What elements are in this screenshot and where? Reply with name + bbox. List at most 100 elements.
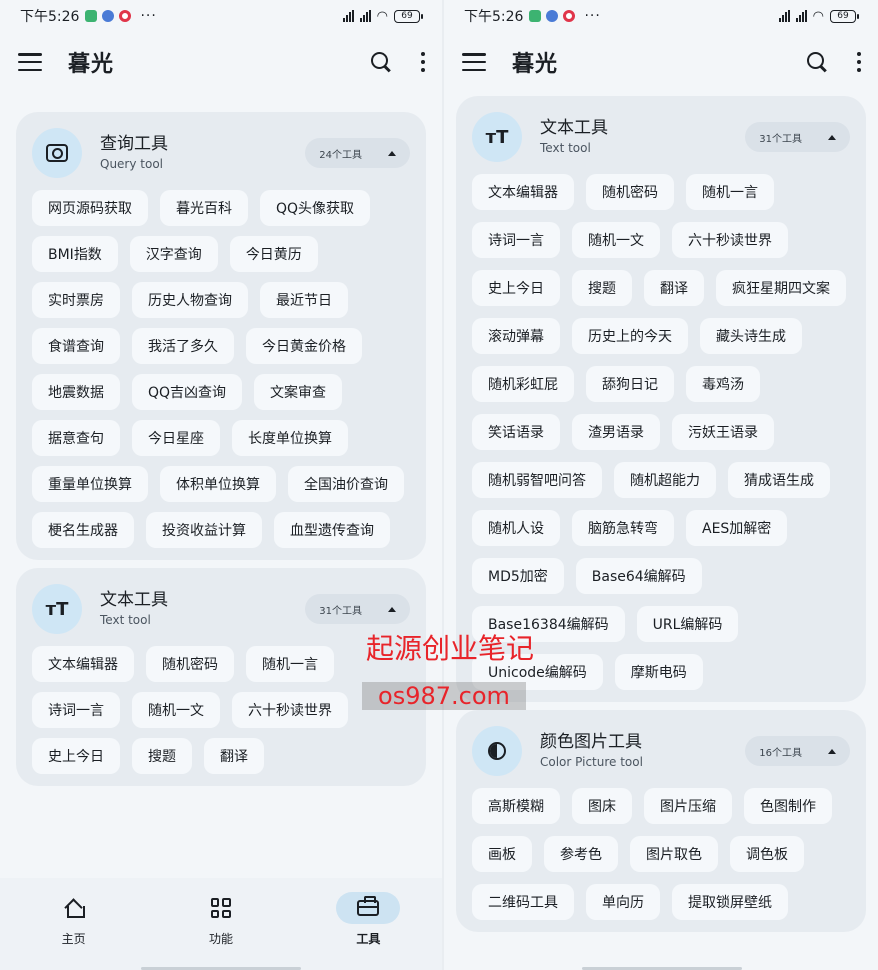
tool-chip[interactable]: 体积单位换算 [160,466,276,502]
tool-chip[interactable]: 参考色 [544,836,618,872]
tool-chip[interactable]: 暮光百科 [160,190,248,226]
tool-chip[interactable]: 文本编辑器 [472,174,574,210]
collapse-toggle-button[interactable]: 16个工具 [745,736,850,766]
tool-chip[interactable]: 投资收益计算 [146,512,262,548]
collapse-toggle-button[interactable]: 24个工具 [305,138,410,168]
tool-chip[interactable]: 摩斯电码 [614,654,703,690]
tool-chip[interactable]: 今日黄金价格 [246,328,362,364]
tool-chip[interactable]: 搜题 [132,738,192,774]
tool-chip[interactable]: 脑筋急转弯 [572,510,674,546]
card-header[interactable]: тT 文本工具 Text tool 31个工具 [32,584,410,634]
tool-chip[interactable]: 最近节日 [260,282,348,318]
tool-chip[interactable]: QQ吉凶查询 [132,374,243,410]
tool-chip[interactable]: 全国油价查询 [288,466,404,502]
tool-chip[interactable]: 长度单位换算 [232,420,348,456]
card-header[interactable]: тT 文本工具 Text tool 31个工具 [472,112,850,162]
tool-chip[interactable]: 随机人设 [472,510,560,546]
tool-chip[interactable]: 提取锁屏壁纸 [672,884,788,920]
tool-chip[interactable]: BMI指数 [32,236,118,272]
nav-item-home[interactable]: 主页 [0,892,147,970]
nav-item-features[interactable]: 功能 [147,892,294,970]
tool-chip[interactable]: 实时票房 [32,282,120,318]
card-header[interactable]: 查询工具 Query tool 24个工具 [32,128,410,178]
more-options-icon[interactable] [856,52,862,72]
tool-chip[interactable]: 滚动弹幕 [472,318,560,354]
tool-chip[interactable]: 图片取色 [630,836,718,872]
tool-chip[interactable]: 随机弱智吧问答 [472,462,602,498]
tool-chip[interactable]: 汉字查询 [129,236,218,272]
tool-chip[interactable]: 高斯模糊 [472,788,560,824]
tool-chip[interactable]: 画板 [472,836,532,872]
collapse-toggle-button[interactable]: 31个工具 [745,122,850,152]
tool-chip[interactable]: 随机超能力 [614,462,716,498]
menu-icon[interactable] [462,53,486,71]
tool-chip[interactable]: 重量单位换算 [32,466,148,502]
tool-chip[interactable]: 随机一言 [686,174,774,210]
tool-chip[interactable]: 食谱查询 [32,328,120,364]
tool-chip[interactable]: 图床 [572,788,632,824]
search-icon[interactable] [370,51,392,73]
tool-chip[interactable]: 毒鸡汤 [686,366,760,402]
tool-chip[interactable]: 六十秒读世界 [672,222,788,258]
menu-icon[interactable] [18,53,42,71]
tools-list[interactable]: 查询工具 Query tool 24个工具 网页源码获取 暮光百科 QQ头像获取 BM… [0,112,442,878]
tool-chip[interactable]: 我活了多久 [132,328,234,364]
tool-chip[interactable]: 污妖王语录 [672,414,774,450]
more-options-icon[interactable] [420,52,426,72]
tool-chip[interactable]: 渣男语录 [572,414,660,450]
tool-chip[interactable]: 疯狂星期四文案 [716,270,846,306]
tool-chip[interactable]: 笑话语录 [472,414,560,450]
tool-chip[interactable]: AES加解密 [686,510,788,546]
signal-icon [795,10,807,22]
tool-chip[interactable]: 历史上的今天 [572,318,688,354]
tool-chip[interactable]: 翻译 [644,270,704,306]
tool-chip[interactable]: 血型遗传查询 [274,512,390,548]
tool-chip[interactable]: QQ头像获取 [260,190,371,226]
tools-list[interactable]: тT 文本工具 Text tool 31个工具 文本编辑器 随机密码 随机一言诗词一… [444,96,878,970]
chevron-up-icon [828,134,836,140]
tool-chip[interactable]: 六十秒读世界 [232,692,348,728]
tool-chip[interactable]: 藏头诗生成 [700,318,802,354]
tool-chip[interactable]: 搜题 [572,270,632,306]
tool-chip[interactable]: 二维码工具 [472,884,574,920]
tool-chip[interactable]: 随机密码 [586,174,674,210]
card-header[interactable]: 颜色图片工具 Color Picture tool 16个工具 [472,726,850,776]
wifi-icon: ◠ [376,8,388,24]
tool-chip[interactable]: 色图制作 [744,788,832,824]
tool-chip[interactable]: 文案审查 [254,374,343,410]
nav-item-tools[interactable]: 工具 [295,892,442,970]
tool-chip[interactable]: URL编解码 [636,606,739,642]
tool-chip[interactable]: 文本编辑器 [32,646,134,682]
tool-chip[interactable]: 据意查句 [32,420,120,456]
tool-chip[interactable]: 随机密码 [146,646,234,682]
status-bar: 下午5:26 ··· ◠ 69 [444,0,878,32]
tool-count: 31个工具 [759,133,802,145]
tool-chip[interactable]: Base64编解码 [575,558,702,594]
tool-chip[interactable]: 随机彩虹屁 [472,366,574,402]
tool-chip[interactable]: 史上今日 [472,270,560,306]
tool-chip[interactable]: 随机一文 [572,222,660,258]
tool-chip[interactable]: 猜成语生成 [728,462,830,498]
tool-chip[interactable]: 单向历 [586,884,660,920]
tool-chip[interactable]: 梗名生成器 [32,512,134,548]
tool-chip[interactable]: 诗词一言 [472,222,560,258]
tool-chip[interactable]: 随机一文 [132,692,220,728]
collapse-toggle-button[interactable]: 31个工具 [305,594,410,624]
status-time: 下午5:26 [20,9,80,25]
tool-chip[interactable]: 随机一言 [246,646,334,682]
tool-chip[interactable]: 诗词一言 [32,692,120,728]
tool-chip[interactable]: 地震数据 [32,374,120,410]
tool-chip[interactable]: 翻译 [204,738,264,774]
tool-chip[interactable]: 图片压缩 [644,788,732,824]
tool-chip[interactable]: 调色板 [730,836,804,872]
home-icon [65,900,85,918]
tool-chip[interactable]: 今日黄历 [229,236,318,272]
tool-chip[interactable]: 舔狗日记 [586,366,674,402]
tool-chip[interactable]: 历史人物查询 [132,282,248,318]
search-icon[interactable] [806,51,828,73]
tool-chip[interactable]: 史上今日 [32,738,120,774]
status-indicators: ◠ 69 [778,9,859,24]
tool-chip[interactable]: 网页源码获取 [32,190,148,226]
tool-chip[interactable]: 今日星座 [132,420,220,456]
tool-chip[interactable]: MD5加密 [472,558,564,594]
